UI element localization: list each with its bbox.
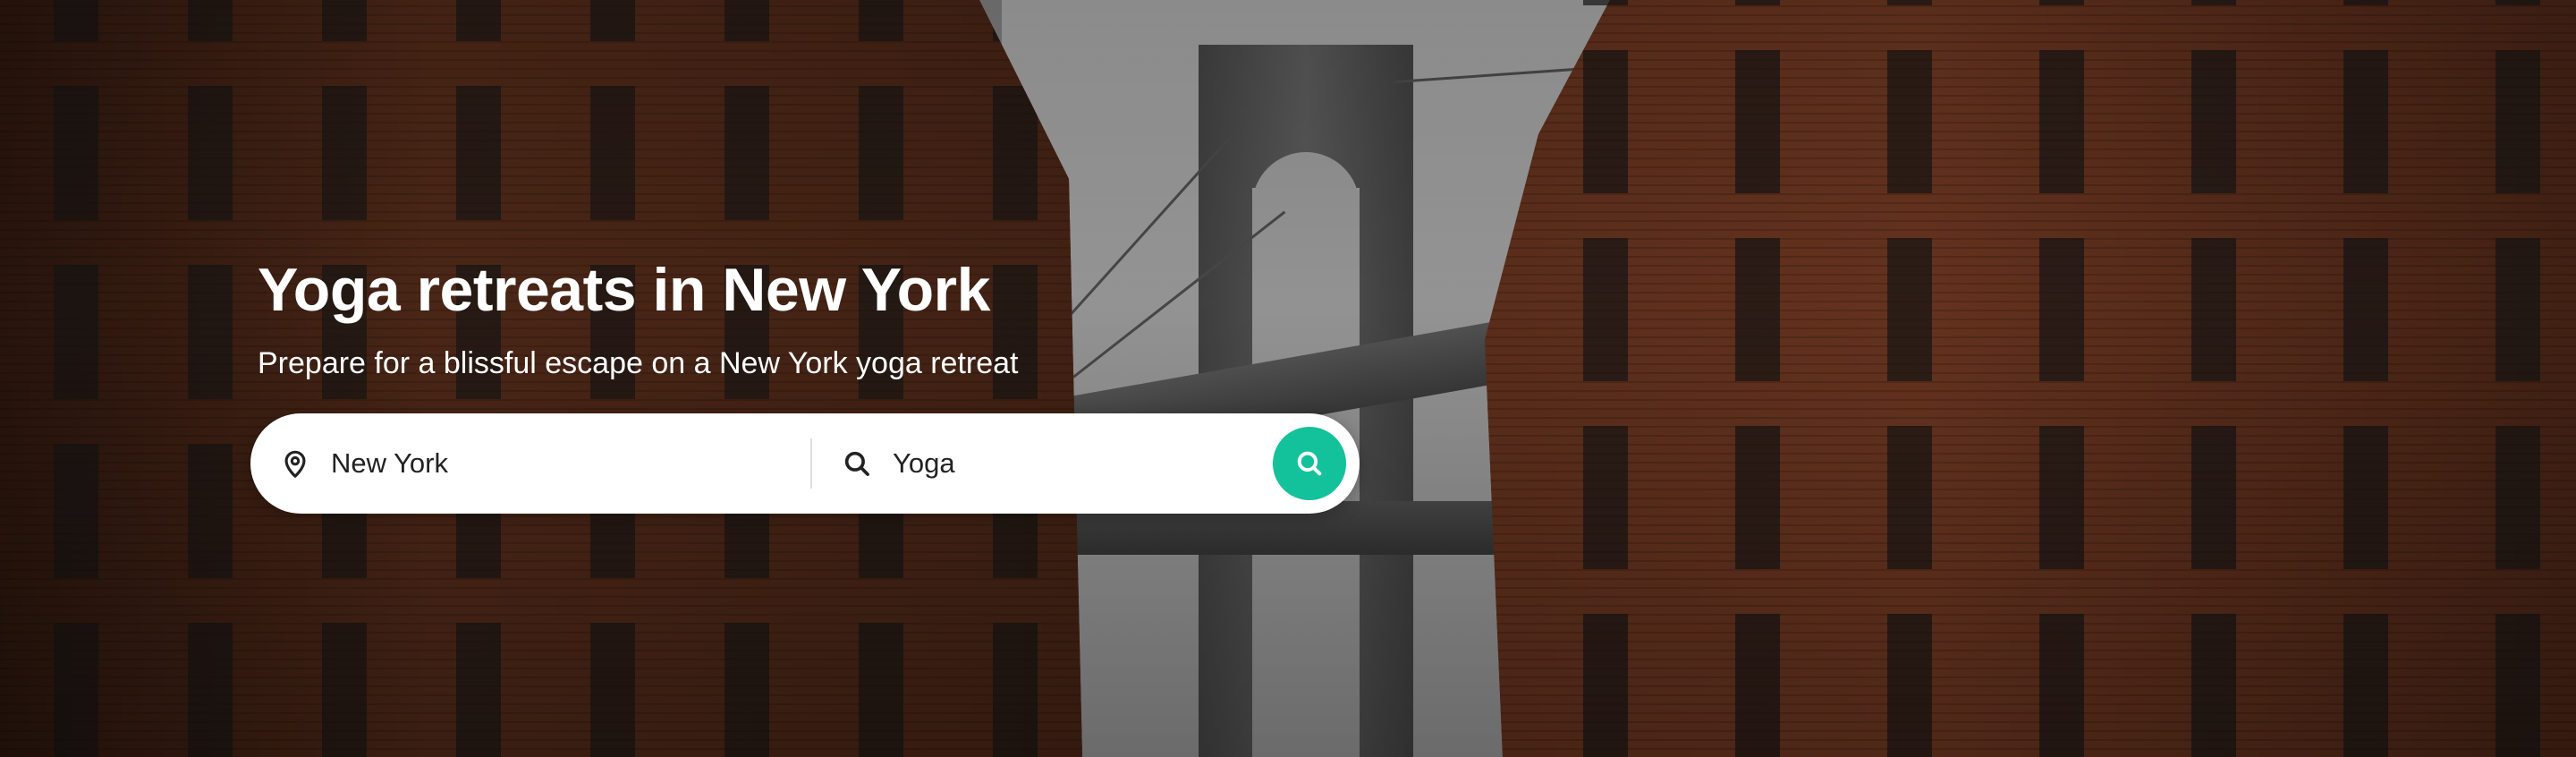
activity-field[interactable]: Yoga xyxy=(812,413,1273,514)
search-icon xyxy=(839,446,875,481)
activity-value: Yoga xyxy=(893,447,955,479)
page-title: Yoga retreats in New York xyxy=(258,256,990,324)
map-pin-icon xyxy=(277,446,313,481)
search-submit-button[interactable] xyxy=(1273,427,1346,500)
search-bar: New York Yoga xyxy=(250,413,1360,514)
location-value: New York xyxy=(331,447,448,479)
search-icon xyxy=(1294,448,1325,479)
page-subtitle: Prepare for a blissful escape on a New Y… xyxy=(258,346,1019,380)
location-field[interactable]: New York xyxy=(250,413,810,514)
hero-text: Yoga retreats in New York Prepare for a … xyxy=(258,252,1367,383)
hero-section: Yoga retreats in New York Prepare for a … xyxy=(0,0,2576,757)
